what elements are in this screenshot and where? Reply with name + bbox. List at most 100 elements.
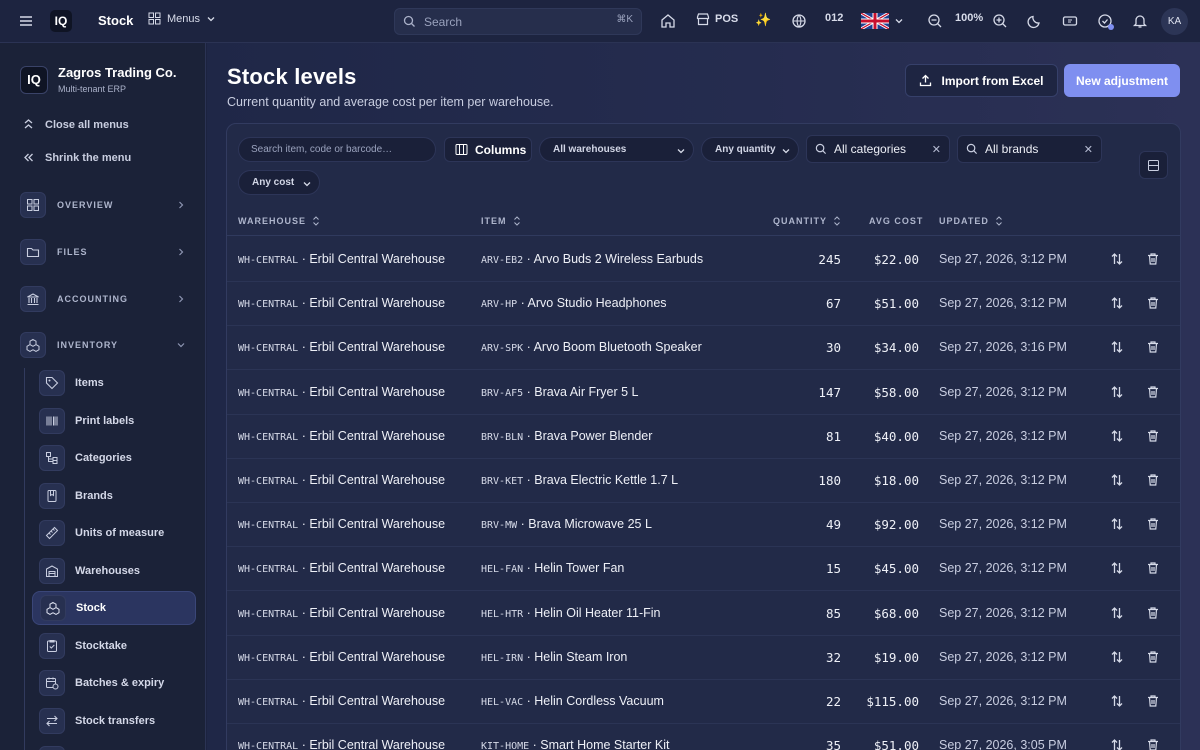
adjust-icon[interactable]	[1110, 561, 1124, 575]
adjust-icon[interactable]	[1110, 606, 1124, 620]
table-row[interactable]: WH-CENTRAL · Erbil Central Warehouse KIT-…	[227, 724, 1180, 750]
item-cell[interactable]: HEL-FAN · Helin Tower Fan	[481, 561, 624, 575]
item-cell[interactable]: HEL-HTR · Helin Oil Heater 11-Fin	[481, 606, 660, 620]
table-row[interactable]: WH-CENTRAL · Erbil Central Warehouse HEL-…	[227, 592, 1180, 636]
column-header-updated[interactable]: UPDATED	[939, 216, 1003, 226]
global-search[interactable]: Search ⌘K	[394, 8, 642, 35]
sidebar-item-brands[interactable]: Brands	[32, 479, 196, 513]
sidebar-item-print-labels[interactable]: Print labels	[32, 404, 196, 438]
item-cell[interactable]: HEL-IRN · Helin Steam Iron	[481, 650, 627, 664]
adjust-icon[interactable]	[1110, 694, 1124, 708]
clear-category-icon[interactable]: ✕	[932, 143, 941, 156]
app-logo[interactable]: IQ	[50, 10, 72, 32]
warehouse-filter[interactable]: All warehouses	[539, 137, 694, 162]
trash-icon[interactable]	[1146, 694, 1160, 708]
sidebar-item-more[interactable]	[32, 742, 196, 750]
item-cell[interactable]: ARV-HP · Arvo Studio Headphones	[481, 296, 667, 310]
adjust-icon[interactable]	[1110, 738, 1124, 750]
column-header-item[interactable]: ITEM	[481, 216, 521, 226]
trash-icon[interactable]	[1146, 517, 1160, 531]
column-header-avg-cost[interactable]: AVG COST	[869, 216, 923, 226]
sidebar-item-batches-expiry[interactable]: Batches & expiry	[32, 666, 196, 700]
language-selector[interactable]	[861, 13, 904, 29]
sidebar-item-stock-transfers[interactable]: Stock transfers	[32, 704, 196, 738]
adjust-icon[interactable]	[1110, 473, 1124, 487]
adjust-icon[interactable]	[1110, 296, 1124, 310]
zoom-in-icon[interactable]	[992, 13, 1008, 29]
trash-icon[interactable]	[1146, 429, 1160, 443]
trash-icon[interactable]	[1146, 606, 1160, 620]
trash-icon[interactable]	[1146, 738, 1160, 750]
sidebar-group-files[interactable]: FILES	[20, 238, 188, 266]
trash-icon[interactable]	[1146, 561, 1160, 575]
table-row[interactable]: WH-CENTRAL · Erbil Central Warehouse HEL-…	[227, 547, 1180, 592]
counter-badge[interactable]: 012	[825, 12, 843, 24]
item-cell[interactable]: ARV-EB2 · Arvo Buds 2 Wireless Earbuds	[481, 252, 703, 266]
adjust-icon[interactable]	[1110, 429, 1124, 443]
table-row[interactable]: WH-CENTRAL · Erbil Central Warehouse BRV-…	[227, 371, 1180, 415]
shrink-menu-button[interactable]: Shrink the menu	[22, 151, 131, 164]
ticket-icon[interactable]	[1062, 13, 1078, 29]
item-cell[interactable]: BRV-MW · Brava Microwave 25 L	[481, 517, 652, 531]
table-search-input[interactable]: Search item, code or barcode…	[238, 137, 436, 162]
cost-filter[interactable]: Any cost	[238, 170, 320, 195]
trash-icon[interactable]	[1146, 252, 1160, 266]
adjust-icon[interactable]	[1110, 517, 1124, 531]
home-icon[interactable]	[660, 13, 676, 29]
item-cell[interactable]: ARV-SPK · Arvo Boom Bluetooth Speaker	[481, 340, 702, 354]
table-row[interactable]: WH-CENTRAL · Erbil Central Warehouse ARV-…	[227, 326, 1180, 371]
sidebar-group-inventory[interactable]: INVENTORY	[20, 331, 188, 359]
trash-icon[interactable]	[1146, 296, 1160, 310]
column-header-warehouse[interactable]: WAREHOUSE	[238, 216, 320, 226]
adjust-icon[interactable]	[1110, 252, 1124, 266]
sparkle-icon[interactable]: ✨	[755, 12, 771, 28]
sidebar-item-stock[interactable]: Stock	[32, 591, 196, 625]
table-row[interactable]: WH-CENTRAL · Erbil Central Warehouse HEL-…	[227, 680, 1180, 724]
adjust-icon[interactable]	[1110, 385, 1124, 399]
globe-icon[interactable]	[791, 13, 807, 29]
sidebar-item-items[interactable]: Items	[32, 366, 196, 400]
column-header-quantity[interactable]: QUANTITY	[773, 216, 841, 226]
new-adjustment-button[interactable]: New adjustment	[1064, 64, 1180, 97]
item-cell[interactable]: BRV-BLN · Brava Power Blender	[481, 429, 652, 443]
status-icon[interactable]	[1097, 13, 1115, 31]
table-row[interactable]: WH-CENTRAL · Erbil Central Warehouse HEL-…	[227, 636, 1180, 680]
bell-icon[interactable]	[1132, 13, 1148, 29]
menu-icon[interactable]	[18, 13, 34, 29]
sidebar-item-stocktake[interactable]: Stocktake	[32, 629, 196, 663]
close-all-menus-button[interactable]: Close all menus	[22, 118, 129, 131]
adjust-icon[interactable]	[1110, 340, 1124, 354]
sidebar-item-categories[interactable]: Categories	[32, 441, 196, 475]
item-cell[interactable]: BRV-AF5 · Brava Air Fryer 5 L	[481, 385, 638, 399]
columns-button[interactable]: Columns	[444, 137, 532, 162]
sidebar-group-overview[interactable]: OVERVIEW	[20, 191, 188, 219]
trash-icon[interactable]	[1146, 385, 1160, 399]
moon-icon[interactable]	[1027, 13, 1043, 29]
sidebar-item-warehouses[interactable]: Warehouses	[32, 554, 196, 588]
item-cell[interactable]: BRV-KET · Brava Electric Kettle 1.7 L	[481, 473, 678, 487]
item-cell[interactable]: KIT-HOME · Smart Home Starter Kit	[481, 738, 669, 750]
table-row[interactable]: WH-CENTRAL · Erbil Central Warehouse ARV-…	[227, 282, 1180, 327]
table-row[interactable]: WH-CENTRAL · Erbil Central Warehouse BRV-…	[227, 415, 1180, 459]
sidebar-item-units-of-measure[interactable]: Units of measure	[32, 516, 196, 550]
pos-button[interactable]: POS	[696, 12, 738, 26]
clear-brand-icon[interactable]: ✕	[1084, 143, 1093, 156]
brand-filter[interactable]: All brands ✕	[957, 135, 1102, 163]
trash-icon[interactable]	[1146, 340, 1160, 354]
category-filter[interactable]: All categories ✕	[806, 135, 950, 163]
quantity-filter[interactable]: Any quantity	[701, 137, 799, 162]
table-row[interactable]: WH-CENTRAL · Erbil Central Warehouse BRV-…	[227, 459, 1180, 503]
import-excel-button[interactable]: Import from Excel	[905, 64, 1058, 97]
menus-dropdown[interactable]: Menus	[148, 12, 216, 25]
view-toggle-button[interactable]	[1139, 151, 1168, 179]
zoom-out-icon[interactable]	[927, 13, 943, 29]
trash-icon[interactable]	[1146, 473, 1160, 487]
trash-icon[interactable]	[1146, 650, 1160, 664]
sidebar-group-accounting[interactable]: ACCOUNTING	[20, 285, 188, 313]
user-avatar[interactable]: KA	[1161, 8, 1188, 35]
adjust-icon[interactable]	[1110, 650, 1124, 664]
org-switcher[interactable]: IQ Zagros Trading Co. Multi-tenant ERP	[20, 65, 176, 94]
table-row[interactable]: WH-CENTRAL · Erbil Central Warehouse ARV-…	[227, 238, 1180, 282]
table-row[interactable]: WH-CENTRAL · Erbil Central Warehouse BRV-…	[227, 503, 1180, 548]
item-cell[interactable]: HEL-VAC · Helin Cordless Vacuum	[481, 694, 664, 708]
